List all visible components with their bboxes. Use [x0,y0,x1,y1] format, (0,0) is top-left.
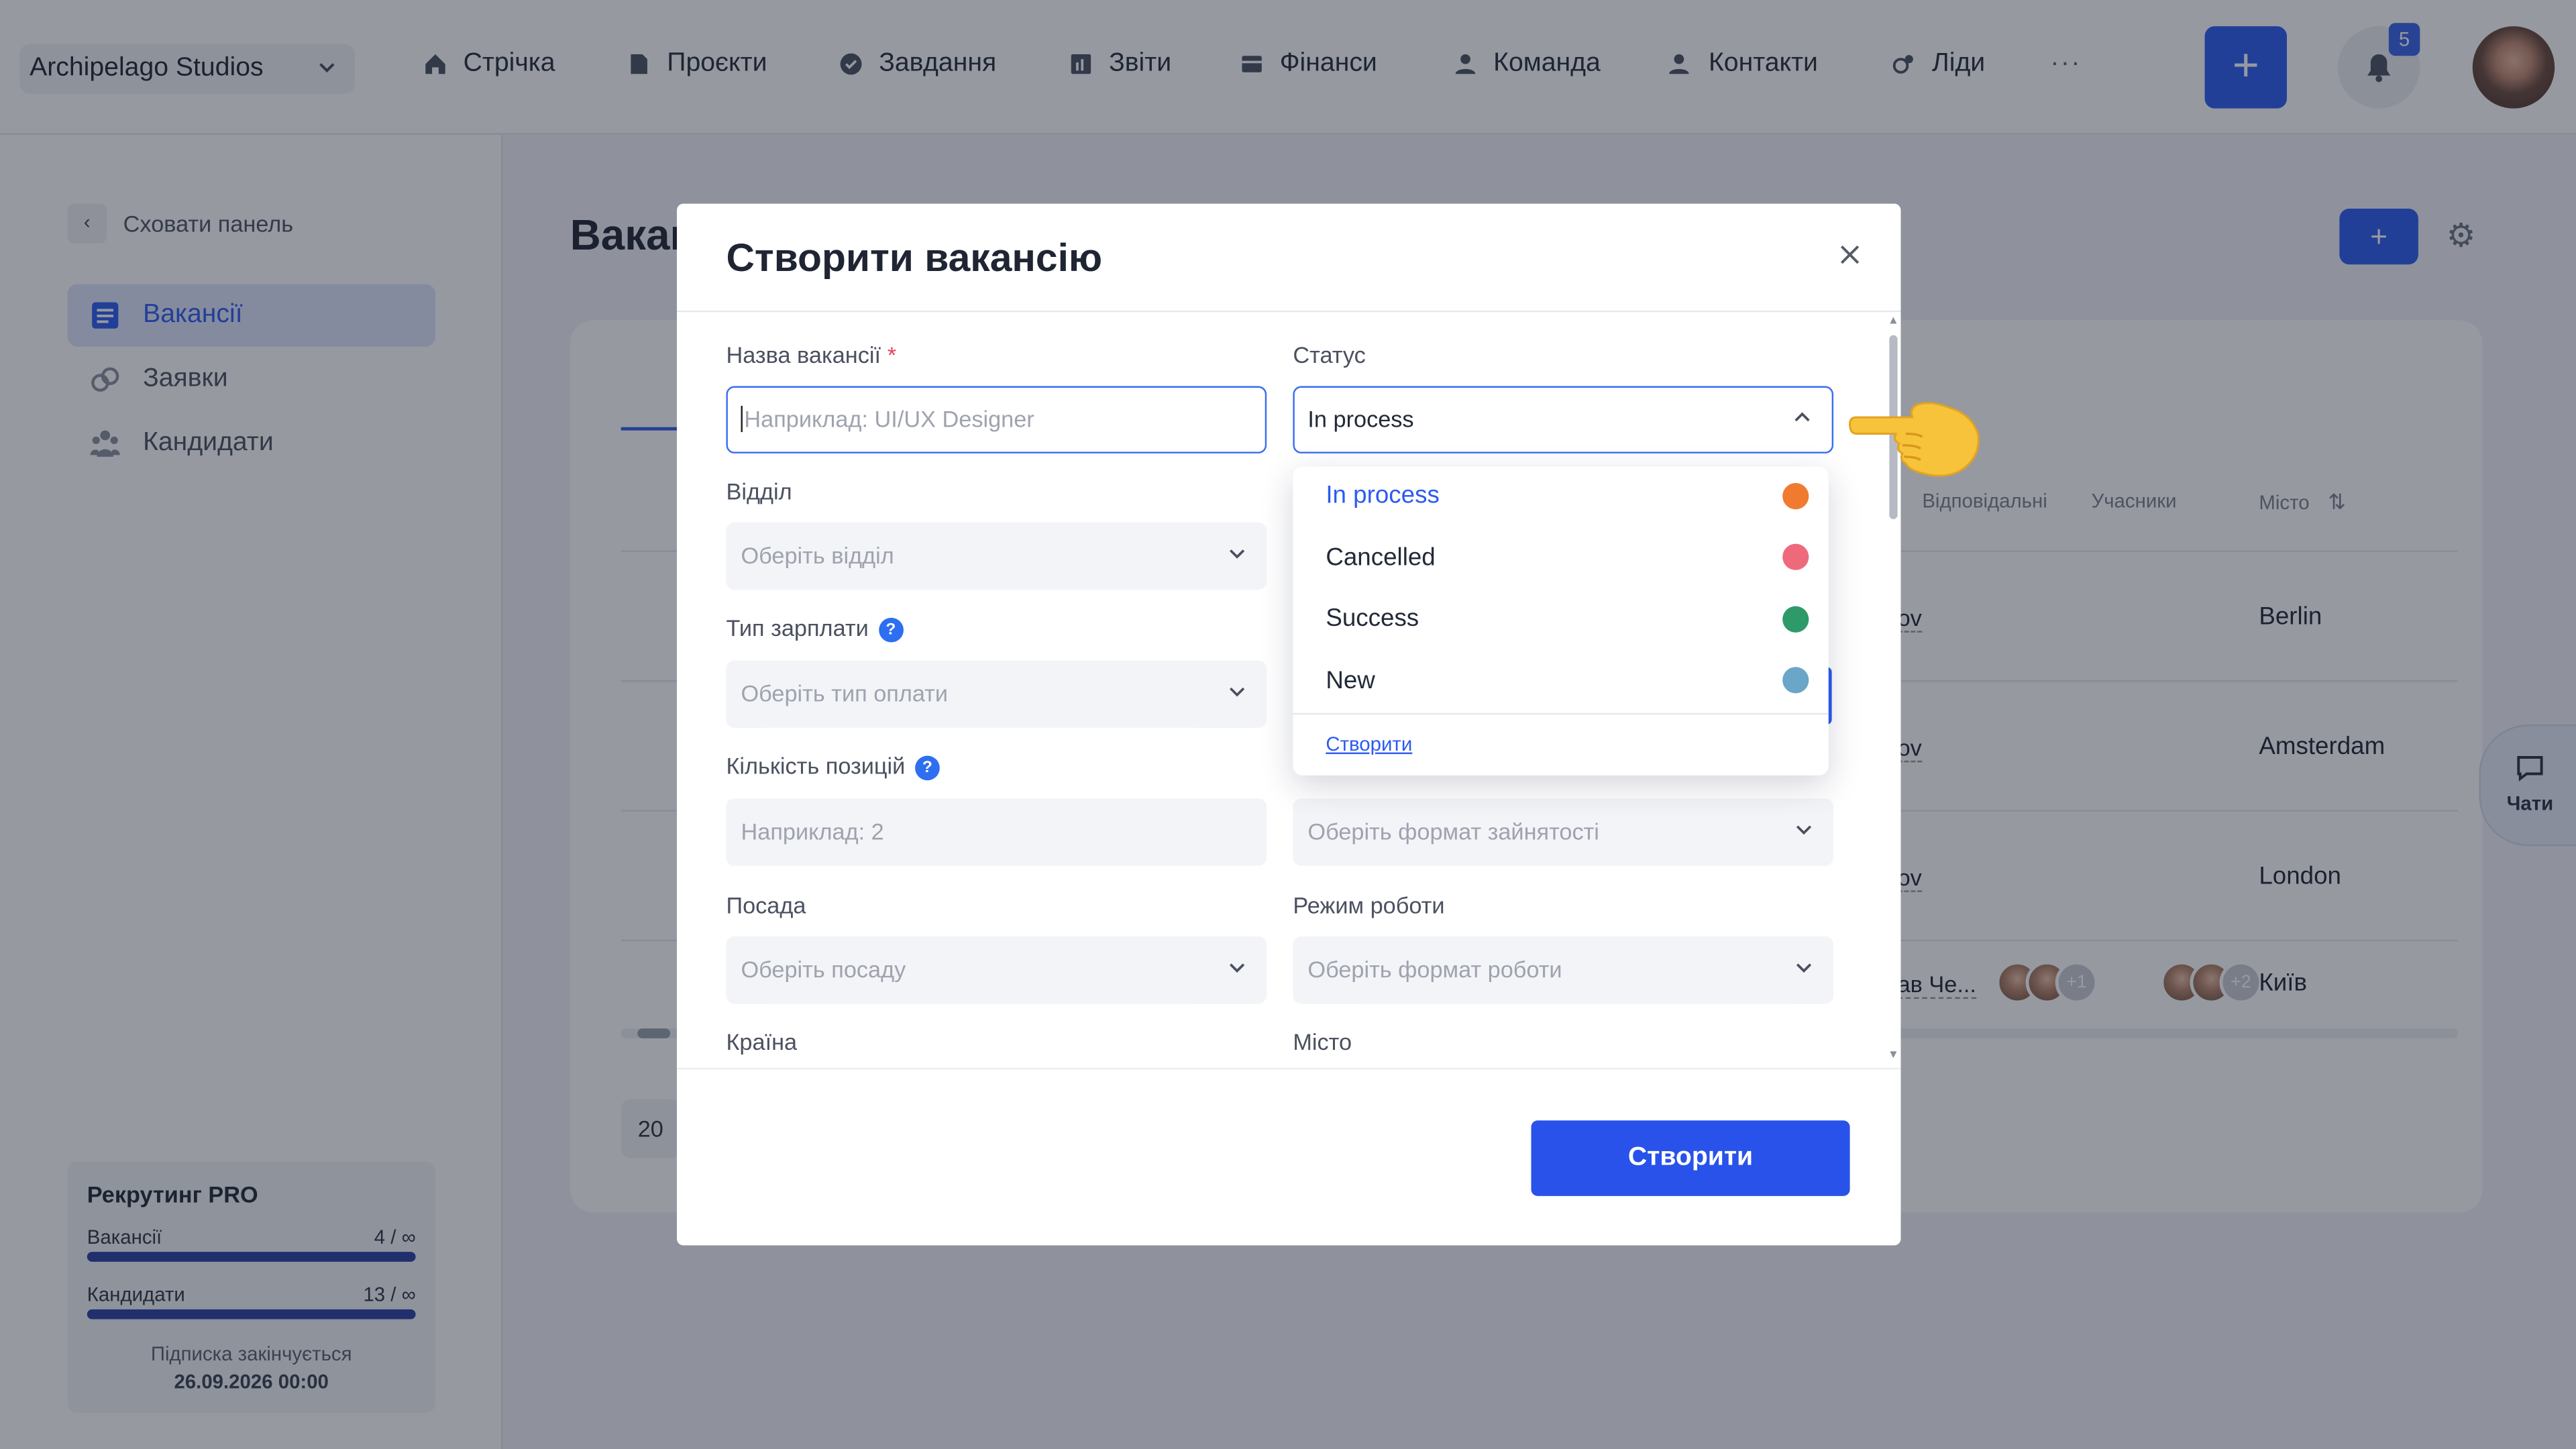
status-dot [1782,543,1809,570]
department-label: Відділ [726,478,792,504]
pointing-hand-icon [1847,391,1982,483]
dropdown-divider [1293,712,1829,715]
app-root: Archipelago Studios Стрічка Проєкти Завд… [0,0,2576,1449]
status-option-success[interactable]: Success [1326,604,1419,633]
status-option-in-process[interactable]: In process [1326,482,1439,510]
chevron-down-icon [1227,660,1246,727]
employment-format-select[interactable]: Оберіть формат зайнятості [1293,798,1834,866]
status-option-cancelled[interactable]: Cancelled [1326,544,1435,572]
work-mode-label: Режим роботи [1293,892,1445,918]
status-dot [1782,606,1809,633]
status-dropdown-menu: In process Cancelled Success New Створит… [1293,466,1829,775]
position-select[interactable]: Оберіть посаду [726,936,1267,1004]
text-caret [741,405,743,433]
create-button[interactable]: Створити [1531,1120,1850,1196]
scroll-down-icon[interactable]: ▼ [1888,1050,1899,1061]
status-dot [1782,667,1809,694]
positions-count-input[interactable]: Наприклад: 2 [726,798,1267,866]
chevron-down-icon [1794,936,1813,1004]
salary-type-label: Тип зарплати? [726,614,904,643]
salary-type-select[interactable]: Оберіть тип оплати [726,660,1267,728]
vacancy-name-input[interactable]: Наприклад: UI/UX Designer [726,386,1267,453]
close-icon[interactable] [1832,237,1868,273]
status-dot [1782,483,1809,510]
chevron-down-icon [1227,936,1246,1004]
positions-count-label: Кількість позицій? [726,753,940,781]
status-select[interactable]: In process [1293,386,1834,453]
position-label: Посада [726,892,806,918]
help-icon[interactable]: ? [878,617,904,643]
chevron-down-icon [1794,798,1813,865]
scroll-up-icon[interactable]: ▲ [1888,315,1899,327]
modal-title: Створити вакансію [726,236,1103,281]
country-label: Країна [726,1028,798,1055]
status-label: Статус [1293,341,1366,368]
modal-footer: Створити [676,1067,1901,1246]
chevron-up-icon [1792,388,1812,452]
status-option-new[interactable]: New [1326,667,1375,695]
city-label: Місто [1293,1028,1352,1055]
department-select[interactable]: Оберіть відділ [726,522,1267,590]
work-mode-select[interactable]: Оберіть формат роботи [1293,936,1834,1004]
help-icon[interactable]: ? [915,755,940,781]
create-status-link[interactable]: Створити [1326,733,1412,755]
chevron-down-icon [1227,523,1246,590]
vacancy-name-label: Назва вакансії * [726,341,897,368]
